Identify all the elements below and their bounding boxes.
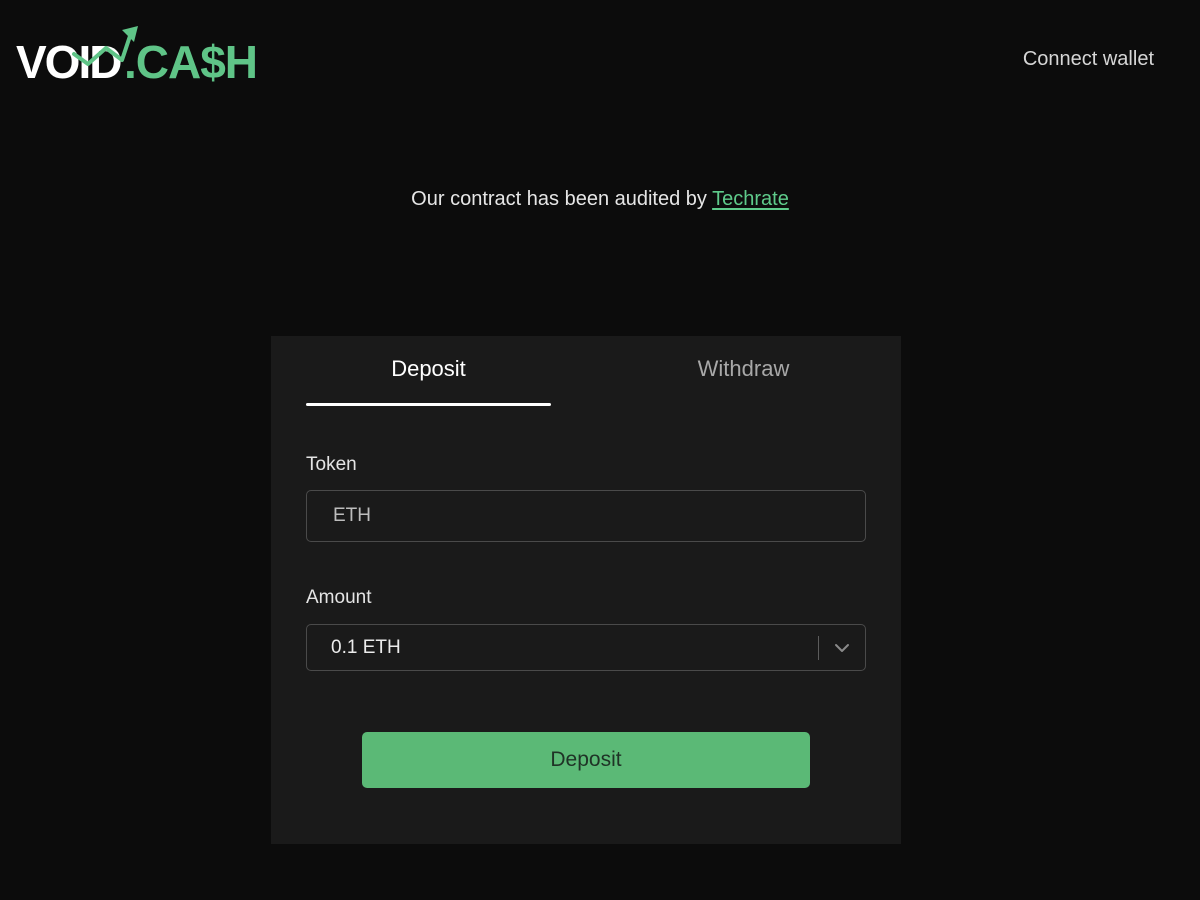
amount-select[interactable]: 0.1 ETH [306, 624, 866, 671]
logo-text-cash: .CA$H [124, 36, 257, 86]
logo-text-void: VOID [16, 36, 121, 86]
select-divider [818, 636, 819, 660]
token-label: Token [306, 454, 357, 475]
amount-label: Amount [306, 587, 372, 608]
audit-notice: Our contract has been audited by Techrat… [0, 188, 1200, 211]
page: VOID .CA$H Connect wallet Our contract h… [0, 0, 1200, 900]
connect-wallet-button[interactable]: Connect wallet [1023, 48, 1154, 71]
tab-deposit[interactable]: Deposit [306, 356, 551, 426]
active-tab-indicator [306, 403, 551, 406]
void-cash-logo[interactable]: VOID .CA$H [14, 22, 276, 86]
deposit-withdraw-card: Deposit Withdraw Token ETH Amount 0.1 ET… [271, 336, 901, 844]
token-field[interactable]: ETH [306, 490, 866, 542]
tab-withdraw[interactable]: Withdraw [621, 356, 866, 426]
amount-selected-value: 0.1 ETH [331, 637, 401, 658]
deposit-button[interactable]: Deposit [362, 732, 810, 788]
audit-text: Our contract has been audited by [411, 188, 713, 210]
chevron-down-icon[interactable] [833, 640, 851, 656]
techrate-link[interactable]: Techrate [712, 188, 789, 210]
